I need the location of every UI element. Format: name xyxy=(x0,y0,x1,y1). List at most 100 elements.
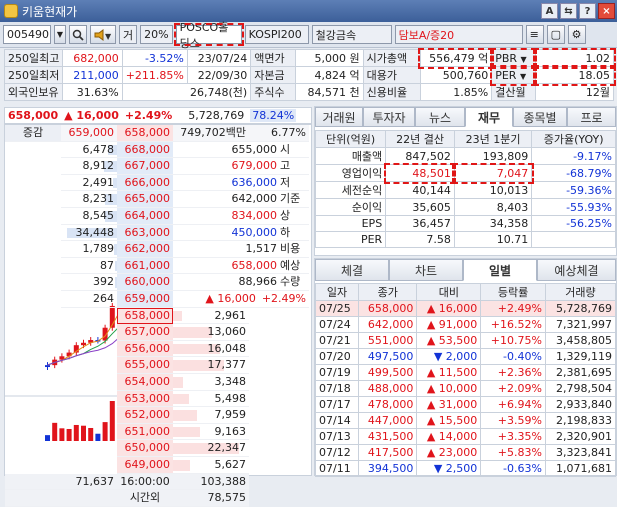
financial-header-row: 단위(억원) 22년 결산 23년 1분기 증가율(YOY) xyxy=(314,130,616,148)
daily-cell: 642,000 xyxy=(358,316,418,333)
info-label: 결산월 xyxy=(491,83,536,101)
info-grid: 250일최고 682,000 -3.52% 23/07/24 액면가 5,000… xyxy=(3,47,616,101)
daily-row[interactable]: 07/17 478,000 ▲ 31,000 +6.94% 2,933,840 xyxy=(314,396,617,413)
daily-tab[interactable]: 차트 xyxy=(389,259,463,281)
daily-row[interactable]: 07/21 551,000 ▲ 53,500 +10.75% 3,458,805 xyxy=(314,332,617,349)
daily-cell: 07/24 xyxy=(314,316,360,333)
daily-row[interactable]: 07/14 447,000 ▲ 15,500 +3.59% 2,198,833 xyxy=(314,412,617,429)
financial-cell: 34,358 xyxy=(453,215,533,232)
ask-info-label: 고 xyxy=(280,159,291,173)
search-icon[interactable] xyxy=(69,25,87,44)
info-value: 22/09/30 xyxy=(186,66,252,84)
daily-cell: 499,500 xyxy=(358,364,418,381)
bid-price: 656,000 xyxy=(117,340,173,358)
financial-tab[interactable]: 종목별 xyxy=(513,107,567,127)
ask-price: 668,000 xyxy=(117,141,173,159)
daily-cell: ▲ 23,000 xyxy=(416,444,482,461)
daily-row[interactable]: 07/11 394,500 ▼ 2,500 -0.63% 1,071,681 xyxy=(314,460,617,477)
daily-row[interactable]: 07/24 642,000 ▲ 91,000 +16.52% 7,321,997 xyxy=(314,316,617,333)
daily-cell: 07/18 xyxy=(314,380,360,397)
ge-label: 거 xyxy=(119,25,138,44)
financial-cell: -68.79% xyxy=(531,164,616,182)
financial-tab[interactable]: 거래원 xyxy=(315,107,363,127)
daily-cell: 394,500 xyxy=(358,460,418,477)
daily-cell: 1,071,681 xyxy=(544,460,617,477)
close-button[interactable]: × xyxy=(598,3,615,19)
daily-cell: 07/13 xyxy=(314,428,360,445)
financial-cell: 7,047 xyxy=(452,162,534,184)
help-button[interactable]: ? xyxy=(579,3,596,19)
ask-info-item: 636,000 저 xyxy=(173,174,309,192)
daily-row[interactable]: 07/13 431,500 ▲ 14,000 +3.35% 2,320,901 xyxy=(314,428,617,445)
daily-cell: -0.63% xyxy=(480,460,546,477)
financial-tab[interactable]: 프로 xyxy=(567,107,616,127)
toolbar: 005490 ▼ ▼ 거 20% POSCO홀딩스 KOSPI200 철강금속 … xyxy=(0,21,617,50)
bid-quantity: 2,961 xyxy=(173,308,249,325)
pbr-value: 1.02 xyxy=(533,47,616,69)
ask-price: 665,000 xyxy=(117,191,173,208)
ask-info-rate: +2.49% xyxy=(261,292,306,305)
bid-price: 653,000 xyxy=(117,390,173,408)
daily-cell: 07/11 xyxy=(314,460,360,477)
daily-cell: ▲ 53,500 xyxy=(416,332,482,349)
list-icon[interactable]: ≡ xyxy=(525,25,544,44)
daily-cell: 07/25 xyxy=(314,300,360,317)
financial-cell: 35,605 xyxy=(385,198,455,216)
speaker-icon[interactable]: ▼ xyxy=(90,25,116,44)
daily-row[interactable]: 07/19 499,500 ▲ 11,500 +2.36% 2,381,695 xyxy=(314,364,617,381)
daily-cell: 5,728,769 xyxy=(544,300,617,317)
daily-header-cell: 거래량 xyxy=(544,283,617,301)
quote-line: 658,000 ▲ 16,000 +2.49% 5,728,769 78.24% xyxy=(4,107,312,124)
ask-info-value: 658,000 xyxy=(231,258,278,272)
bid-price: 650,000 xyxy=(117,440,173,457)
window-icon[interactable]: ▢ xyxy=(546,25,565,44)
ask-info-label: 시 xyxy=(280,142,291,156)
financial-cell: EPS xyxy=(314,215,387,232)
daily-tab[interactable]: 일별 xyxy=(463,259,537,281)
daily-cell: 2,320,901 xyxy=(544,428,617,445)
candle-body xyxy=(45,365,50,368)
ask-quantity: 8,545 xyxy=(61,208,117,225)
font-a-button[interactable]: A xyxy=(541,3,558,19)
bid-price: 652,000 xyxy=(117,407,173,424)
stock-code-input[interactable]: 005490 xyxy=(3,25,51,44)
daily-cell: 2,381,695 xyxy=(544,364,617,381)
daily-row[interactable]: 07/25 658,000 ▲ 16,000 +2.49% 5,728,769 xyxy=(314,300,617,317)
daily-tab[interactable]: 예상체결 xyxy=(537,259,616,281)
financial-tab[interactable]: 뉴스 xyxy=(415,107,465,127)
daily-cell: +2.09% xyxy=(480,380,546,397)
per-value: 18.05 xyxy=(533,64,616,86)
code-dropdown-button[interactable]: ▼ xyxy=(54,25,66,44)
ask-quantity: 87 xyxy=(61,258,117,275)
loan-grade: 담보A/증20 xyxy=(394,25,523,44)
ask-price: 662,000 xyxy=(117,241,173,258)
financial-cell xyxy=(531,231,616,248)
daily-cell: +5.83% xyxy=(480,444,546,461)
ask-quantity: 6,478 xyxy=(61,142,117,159)
settings-gear-icon[interactable]: ⚙ xyxy=(567,25,586,44)
bid-quantity: 17,377 xyxy=(173,357,249,374)
bid-price: 657,000 xyxy=(117,324,173,341)
total-ask-quantity: 71,637 xyxy=(61,473,117,491)
daily-row[interactable]: 07/12 417,500 ▲ 23,000 +5.83% 3,323,841 xyxy=(314,444,617,461)
financial-row: 세전순익 40,144 10,013 -59.36% xyxy=(314,181,616,199)
ask-info-value: 88,966 xyxy=(238,275,278,289)
financial-cell: -56.25% xyxy=(531,215,616,232)
financial-row: 순이익 35,605 8,403 -55.93% xyxy=(314,198,616,216)
bid-quantity: 3,348 xyxy=(173,374,249,391)
candle-body xyxy=(81,342,86,346)
ask-info-value: 834,000 xyxy=(231,209,278,222)
daily-row[interactable]: 07/18 488,000 ▲ 10,000 +2.09% 2,798,504 xyxy=(314,380,617,397)
daily-row[interactable]: 07/20 497,500 ▼ 2,000 -0.40% 1,329,119 xyxy=(314,348,617,365)
financial-tab[interactable]: 재무 xyxy=(465,107,513,127)
link-button[interactable]: ⇆ xyxy=(560,3,577,19)
per-select[interactable]: PER ▼ xyxy=(489,64,538,86)
after-hours-quantity: 78,575 xyxy=(173,490,249,507)
pbr-select[interactable]: PBR ▼ xyxy=(489,47,538,69)
bid-quantity: 13,060 xyxy=(173,324,249,341)
quote-time: 16:00:00 xyxy=(117,473,173,491)
daily-cell: 478,000 xyxy=(358,396,418,413)
daily-tab[interactable]: 체결 xyxy=(315,259,389,281)
daily-cell: +2.49% xyxy=(480,300,546,317)
financial-tab[interactable]: 투자자 xyxy=(363,107,415,127)
